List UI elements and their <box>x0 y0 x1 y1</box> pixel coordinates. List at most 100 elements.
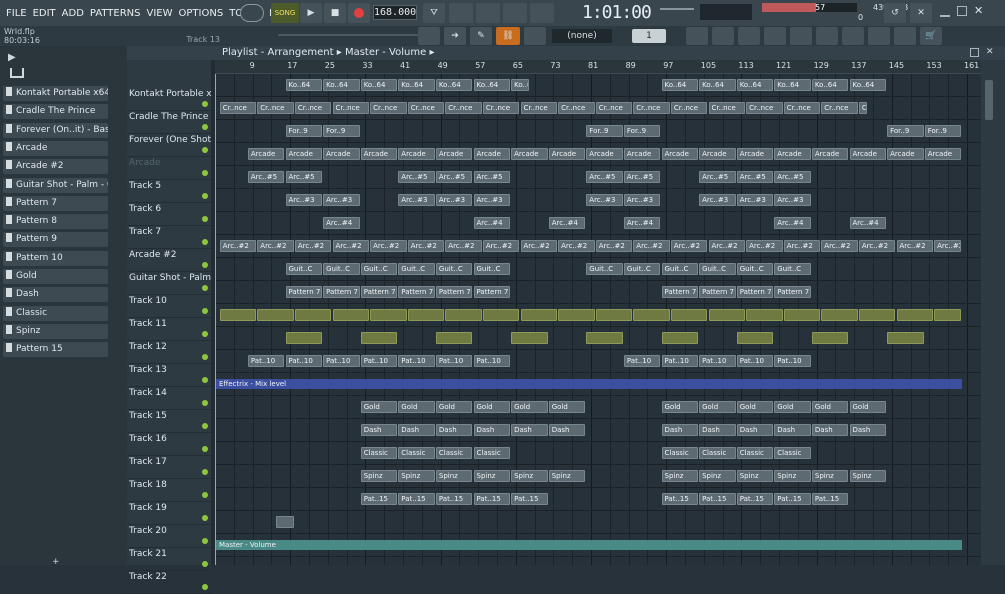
menu-view[interactable]: VIEW <box>147 8 173 19</box>
track-mute-led[interactable] <box>202 354 208 360</box>
arrow-tool[interactable]: ➔ <box>444 27 466 45</box>
pattern-clip[interactable]: Arc..#2 <box>407 240 445 252</box>
menu-edit[interactable]: EDIT <box>33 8 56 19</box>
pattern-clip[interactable]: For..9 <box>924 125 962 137</box>
pattern-clip[interactable]: Spinz <box>511 470 548 482</box>
pattern-clip[interactable]: Arcade <box>736 148 774 160</box>
pattern-clip[interactable]: Gold <box>811 401 849 413</box>
tools-button[interactable]: ✕ <box>910 3 932 23</box>
step-edit-button[interactable] <box>503 3 527 23</box>
pattern-clip[interactable]: Ko..64 <box>285 79 323 91</box>
pattern-clip[interactable]: Arcade <box>473 148 511 160</box>
pattern-clip[interactable] <box>435 332 473 344</box>
track-header[interactable]: Cradle The Prince <box>127 111 211 134</box>
pattern-clip[interactable]: For..9 <box>887 125 924 137</box>
pattern-clip[interactable]: Pattern 7 <box>661 286 699 298</box>
pattern-clip[interactable]: Arcade <box>924 148 962 160</box>
playlist-maximize[interactable] <box>970 48 979 57</box>
menu-patterns[interactable]: PATTERNS <box>90 8 141 19</box>
pattern-clip[interactable]: Dash <box>511 424 548 436</box>
pattern-clip[interactable]: Pat..10 <box>473 355 511 367</box>
pattern-clip[interactable] <box>294 309 332 321</box>
pattern-clip[interactable]: Ko..64 <box>699 79 736 91</box>
pattern-item[interactable]: Classic <box>3 305 108 321</box>
pattern-clip[interactable]: Pat..15 <box>811 493 849 505</box>
pattern-clip[interactable]: Arc..#5 <box>285 171 323 183</box>
pattern-clip[interactable] <box>445 309 482 321</box>
track-header[interactable]: Track 6 <box>127 203 211 226</box>
pattern-clip[interactable] <box>219 309 257 321</box>
pattern-clip[interactable]: Pat..10 <box>285 355 323 367</box>
pattern-clip[interactable]: Dash <box>736 424 774 436</box>
pattern-clip[interactable]: Pattern 7 <box>473 286 511 298</box>
automation-clip[interactable]: Master - Volume <box>215 540 963 550</box>
pattern-clip[interactable]: Arc..#2 <box>482 240 520 252</box>
track-mute-led[interactable] <box>202 170 208 176</box>
pattern-clip[interactable]: Cr..nce <box>332 102 370 114</box>
pattern-clip[interactable]: Pat..15 <box>661 493 699 505</box>
pattern-item[interactable]: Pattern 15 <box>3 342 108 358</box>
pattern-clip[interactable]: Dash <box>548 424 586 436</box>
pattern-item[interactable]: Arcade <box>3 140 108 156</box>
pattern-clip[interactable]: Arc..#2 <box>294 240 332 252</box>
pattern-clip[interactable]: Spinz <box>736 470 774 482</box>
pattern-clip[interactable]: Gold <box>548 401 586 413</box>
pattern-clip[interactable]: Cr..nce <box>746 102 783 114</box>
pattern-clip[interactable]: Arc..#4 <box>323 217 360 229</box>
pattern-clip[interactable]: Ko..64 <box>511 79 529 91</box>
record-button[interactable] <box>348 3 370 23</box>
pattern-clip[interactable]: Arc..#4 <box>774 217 811 229</box>
track-mute-led[interactable] <box>202 101 208 107</box>
pattern-clip[interactable]: Pat..10 <box>247 355 285 367</box>
pattern-clip[interactable]: Arcade <box>435 148 473 160</box>
pattern-clip[interactable] <box>783 309 821 321</box>
pattern-clip[interactable]: Pat..15 <box>435 493 473 505</box>
pattern-clip[interactable]: Guit..C <box>661 263 699 275</box>
play-button[interactable]: ▶ <box>300 3 322 23</box>
pattern-clip[interactable]: Arc..#5 <box>473 171 511 183</box>
pattern-clip[interactable]: Classic <box>774 447 811 459</box>
pattern-clip[interactable]: Gold <box>360 401 398 413</box>
pattern-clip[interactable]: Dash <box>699 424 736 436</box>
pattern-clip[interactable]: Pat..15 <box>774 493 811 505</box>
pattern-icon[interactable] <box>10 68 24 78</box>
track-header[interactable]: Track 17 <box>127 456 211 479</box>
track-header[interactable]: Track 7 <box>127 226 211 249</box>
pattern-clip[interactable]: Spinz <box>435 470 473 482</box>
pattern-clip[interactable]: Spinz <box>360 470 398 482</box>
pattern-clip[interactable]: Guit..C <box>774 263 811 275</box>
track-header[interactable]: Guitar Shot - Palm.. <box>127 272 211 295</box>
playlist-close-icon[interactable]: ✕ <box>986 48 995 57</box>
pattern-clip[interactable]: Dash <box>774 424 811 436</box>
metronome-button[interactable]: ⛛ <box>423 3 445 23</box>
pattern-clip[interactable]: Dash <box>360 424 398 436</box>
pattern-clip[interactable]: Pat..10 <box>736 355 774 367</box>
pattern-clip[interactable]: Cr..nce <box>257 102 294 114</box>
pattern-clip[interactable] <box>746 309 783 321</box>
pattern-clip[interactable]: Arc..#2 <box>257 240 294 252</box>
pattern-clip[interactable]: Spinz <box>548 470 586 482</box>
menu-file[interactable]: FILE <box>6 8 27 19</box>
pattern-clip[interactable]: Gold <box>511 401 548 413</box>
plugin-button[interactable] <box>842 27 864 45</box>
track-mute-led[interactable] <box>202 308 208 314</box>
pattern-item[interactable]: Spinz <box>3 323 108 339</box>
pattern-clip[interactable]: Arcade <box>661 148 699 160</box>
pattern-clip[interactable]: Guit..C <box>360 263 398 275</box>
pattern-clip[interactable]: Gold <box>398 401 435 413</box>
pattern-clip[interactable]: Pat..10 <box>623 355 661 367</box>
channel-rack-button[interactable] <box>738 27 760 45</box>
browser-button[interactable] <box>816 27 838 45</box>
pattern-clip[interactable]: Arc..#5 <box>699 171 736 183</box>
pattern-clip[interactable]: Guit..C <box>435 263 473 275</box>
pattern-song-toggle[interactable] <box>240 4 264 22</box>
snap-select[interactable]: (none) <box>552 29 612 43</box>
track-lane[interactable] <box>215 442 981 465</box>
pattern-clip[interactable]: Arc..#5 <box>736 171 774 183</box>
track-mute-led[interactable] <box>202 377 208 383</box>
pattern-clip[interactable]: Pat..10 <box>398 355 435 367</box>
pattern-clip[interactable]: Guit..C <box>473 263 511 275</box>
pattern-clip[interactable]: Ko..64 <box>360 79 398 91</box>
pattern-clip[interactable]: Pat..15 <box>511 493 548 505</box>
pattern-clip[interactable] <box>257 309 294 321</box>
